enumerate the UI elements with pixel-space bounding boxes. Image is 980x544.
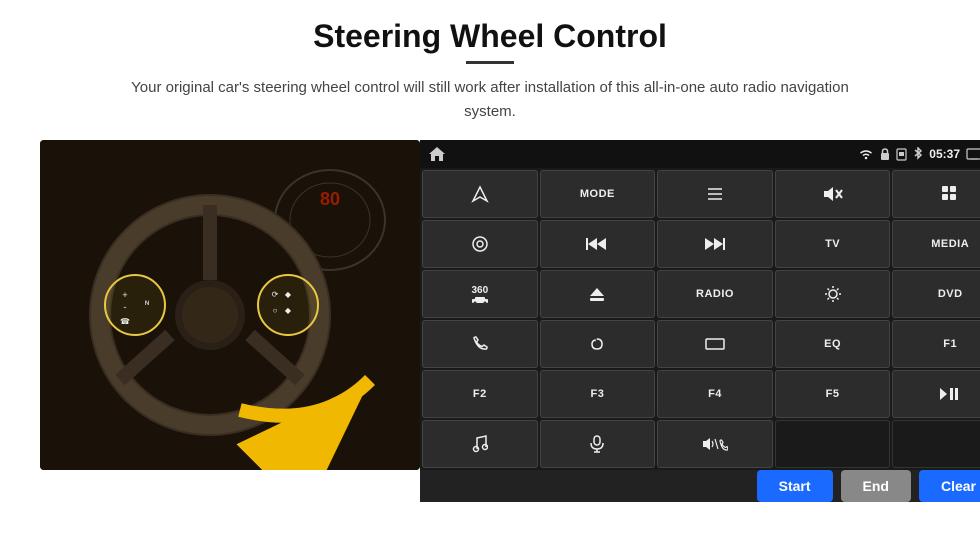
- btn-empty-2: [892, 420, 980, 468]
- mute-icon: [823, 186, 843, 202]
- btn-empty-1: [775, 420, 891, 468]
- steering-bg: 80 + - ☎ ɴ: [40, 140, 420, 470]
- btn-swirl[interactable]: [540, 320, 656, 368]
- rewind-icon: [586, 237, 608, 251]
- btn-music[interactable]: [422, 420, 538, 468]
- fastforward-icon: [704, 237, 726, 251]
- play-pause-icon: [939, 387, 961, 401]
- page-title: Steering Wheel Control: [313, 18, 667, 55]
- eject-icon: [588, 286, 606, 302]
- svg-text:+: +: [122, 290, 127, 300]
- start-button[interactable]: Start: [757, 470, 833, 502]
- radio-label: RADIO: [696, 288, 734, 300]
- btn-mic[interactable]: [540, 420, 656, 468]
- btn-eq[interactable]: EQ: [775, 320, 891, 368]
- brightness-icon: [824, 285, 842, 303]
- 360-text: 360: [471, 285, 488, 296]
- btn-apps[interactable]: [892, 170, 980, 218]
- f5-label: F5: [826, 388, 840, 400]
- media-label: MEDIA: [931, 238, 969, 250]
- svg-text:☎: ☎: [120, 317, 130, 326]
- f2-label: F2: [473, 388, 487, 400]
- navigate-icon: [471, 185, 489, 203]
- btn-360[interactable]: 360: [422, 270, 538, 318]
- end-button[interactable]: End: [841, 470, 911, 502]
- btn-eject[interactable]: [540, 270, 656, 318]
- list-icon: [706, 187, 724, 201]
- svg-text:ɴ: ɴ: [145, 298, 149, 307]
- btn-dvd[interactable]: DVD: [892, 270, 980, 318]
- btn-phone[interactable]: [422, 320, 538, 368]
- swirl-icon: [588, 335, 606, 353]
- svg-text:80: 80: [320, 189, 340, 209]
- title-divider: [466, 61, 514, 64]
- tv-label: TV: [825, 238, 840, 250]
- btn-radio[interactable]: RADIO: [657, 270, 773, 318]
- status-bar: 05:37: [420, 140, 980, 168]
- steering-wheel-image: 80 + - ☎ ɴ: [40, 140, 420, 470]
- btn-f3[interactable]: F3: [540, 370, 656, 418]
- f1-label: F1: [943, 338, 957, 350]
- btn-tv[interactable]: TV: [775, 220, 891, 268]
- btn-rectangle[interactable]: [657, 320, 773, 368]
- btn-list[interactable]: [657, 170, 773, 218]
- content-row: 80 + - ☎ ɴ: [40, 140, 940, 480]
- phone-icon: [472, 336, 488, 352]
- rect-icon: [705, 337, 725, 351]
- time-display: 05:37: [929, 147, 960, 161]
- home-icon[interactable]: [428, 146, 446, 162]
- radio-panel-wrapper: 05:37: [420, 140, 980, 480]
- page-container: Steering Wheel Control Your original car…: [0, 0, 980, 544]
- svg-text:◆: ◆: [285, 306, 292, 315]
- radio-panel: 05:37: [420, 140, 980, 470]
- svg-text:-: -: [124, 302, 127, 312]
- btn-navigate[interactable]: [422, 170, 538, 218]
- btn-f4[interactable]: F4: [657, 370, 773, 418]
- bluetooth-icon: [913, 147, 923, 161]
- car-icon: [471, 296, 489, 304]
- lock-icon: [880, 148, 890, 161]
- btn-f1[interactable]: F1: [892, 320, 980, 368]
- sim-icon: [896, 148, 907, 161]
- btn-brightness[interactable]: [775, 270, 891, 318]
- btn-fastforward[interactable]: [657, 220, 773, 268]
- btn-settings[interactable]: [422, 220, 538, 268]
- vol-phone-icon: [702, 436, 728, 452]
- 360-content: 360: [471, 285, 489, 304]
- clear-button[interactable]: Clear: [919, 470, 980, 502]
- mode-label: MODE: [580, 188, 615, 200]
- svg-text:⟳: ⟳: [272, 290, 279, 299]
- btn-vol-phone[interactable]: [657, 420, 773, 468]
- mic-icon: [590, 435, 604, 453]
- f3-label: F3: [590, 388, 604, 400]
- eq-label: EQ: [824, 338, 841, 350]
- radio-grid: MODE: [420, 168, 980, 470]
- bottom-bar: Start End Clear: [420, 470, 980, 502]
- dvd-label: DVD: [938, 288, 963, 300]
- status-right: 05:37: [858, 147, 980, 161]
- f4-label: F4: [708, 388, 722, 400]
- svg-text:○: ○: [273, 306, 278, 315]
- apps-icon: [941, 185, 959, 203]
- btn-play-pause[interactable]: [892, 370, 980, 418]
- settings-icon: [471, 235, 489, 253]
- btn-mute[interactable]: [775, 170, 891, 218]
- music-icon: [472, 435, 488, 453]
- btn-f5[interactable]: F5: [775, 370, 891, 418]
- btn-f2[interactable]: F2: [422, 370, 538, 418]
- btn-mode[interactable]: MODE: [540, 170, 656, 218]
- wifi-icon: [858, 148, 874, 160]
- btn-media[interactable]: MEDIA: [892, 220, 980, 268]
- svg-text:◆: ◆: [285, 290, 292, 299]
- page-subtitle: Your original car's steering wheel contr…: [130, 76, 850, 124]
- status-left: [428, 146, 446, 162]
- steering-wheel-svg: 80 + - ☎ ɴ: [40, 140, 420, 470]
- btn-rewind[interactable]: [540, 220, 656, 268]
- screen-icon: [966, 148, 980, 160]
